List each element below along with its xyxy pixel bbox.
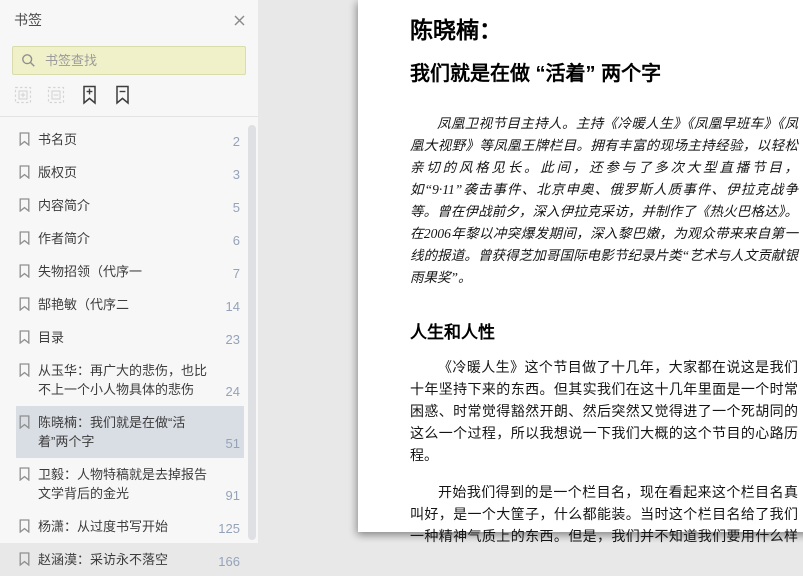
bookmark-item-label: 作者简介: [38, 231, 91, 246]
bookmark-item-label: 失物招领（代序一: [38, 264, 143, 279]
document-viewport[interactable]: 陈晓楠： 我们就是在做 “活着” 两个字 凤凰卫视节目主持人。主持《冷暖人生》《…: [258, 0, 803, 543]
bookmark-icon: [19, 231, 30, 246]
bookmark-item-page: 51: [225, 436, 240, 451]
add-bookmark-icon: [82, 85, 97, 108]
bookmark-icon: [19, 552, 30, 567]
search-input[interactable]: [43, 52, 237, 69]
author-bio-paragraph: 凤凰卫视节目主持人。主持《冷暖人生》《凤凰早班车》《凤凰大视野》等凤凰王牌栏目。…: [410, 116, 798, 285]
bookmark-item[interactable]: 从玉华：再广大的悲伤，也比不上一个小人物具体的悲伤 24: [16, 354, 244, 406]
expand-all-icon: [14, 86, 32, 107]
bookmark-item[interactable]: 失物招领（代序一 7: [16, 255, 244, 288]
bookmark-item-label: 书名页: [38, 132, 78, 147]
bookmark-icon: [19, 363, 30, 378]
bookmark-item-page: 14: [225, 299, 240, 314]
bookmarks-toolbar: [0, 75, 258, 116]
section-heading: 人生和人性: [410, 323, 495, 342]
bookmark-item-label: 版权页: [38, 165, 78, 180]
bookmark-item-page: 125: [218, 521, 240, 536]
bookmark-item-label: 郜艳敏（代序二: [38, 297, 130, 312]
bookmark-icon: [19, 467, 30, 482]
bookmark-search-box[interactable]: [12, 46, 246, 75]
panel-title: 书签: [14, 12, 42, 28]
bookmark-item-page: 7: [232, 266, 240, 281]
bookmark-icon: [19, 519, 30, 534]
bookmark-item-label: 赵涵漠：采访永不落空: [38, 552, 169, 567]
bookmark-item[interactable]: 郜艳敏（代序二 14: [16, 288, 244, 321]
bookmark-item-page: 23: [225, 332, 240, 347]
bookmark-list: 书名页 2 版权页 3 内容简介 5 作者简介 6 失物招领（代序一 7 郜艳敏…: [0, 117, 258, 576]
bookmark-item-label: 杨潇：从过度书写开始: [38, 519, 169, 534]
bookmark-item-label: 陈晓楠：我们就是在做“活着”两个字: [38, 415, 186, 449]
bookmark-item-label: 从玉华：再广大的悲伤，也比不上一个小人物具体的悲伤: [38, 363, 208, 397]
bookmark-item[interactable]: 陈晓楠：我们就是在做“活着”两个字 51: [16, 406, 244, 458]
bookmark-item-page: 91: [225, 488, 240, 503]
sidebar-scrollbar[interactable]: [248, 0, 257, 543]
bookmark-icon: [19, 132, 30, 147]
bookmark-item[interactable]: 目录 23: [16, 321, 244, 354]
document-page: 陈晓楠： 我们就是在做 “活着” 两个字 凤凰卫视节目主持人。主持《冷暖人生》《…: [358, 0, 803, 543]
page-text-column: 陈晓楠： 我们就是在做 “活着” 两个字 凤凰卫视节目主持人。主持《冷暖人生》《…: [410, 11, 798, 543]
bookmark-icon: [19, 415, 30, 430]
remove-bookmark-icon: [115, 85, 130, 108]
bookmark-item-page: 5: [232, 200, 240, 215]
chapter-author-name: 陈晓楠：: [410, 17, 502, 43]
close-icon: [233, 15, 246, 30]
bookmark-item[interactable]: 版权页 3: [16, 156, 244, 189]
bookmark-icon: [19, 165, 30, 180]
remove-bookmark-button[interactable]: [112, 85, 132, 107]
bookmark-item[interactable]: 作者简介 6: [16, 222, 244, 255]
bookmark-item-page: 24: [225, 384, 240, 399]
close-panel-button[interactable]: [231, 12, 248, 29]
bookmark-item-label: 内容简介: [38, 198, 91, 213]
bookmark-icon: [19, 330, 30, 345]
add-bookmark-button[interactable]: [79, 85, 99, 107]
bookmarks-panel: 书签 书签查找 书名页 2 版权页 3 内容简介 5 作者简介 6 失物招领（代…: [0, 0, 258, 569]
bookmark-item-page: 2: [232, 134, 240, 149]
bookmark-item-page: 3: [232, 167, 240, 182]
ebook-reader-window: 书签 书签查找 书名页 2 版权页 3 内容简介 5 作者简介 6 失物招领（代…: [0, 0, 803, 569]
bookmark-item[interactable]: 卫毅：人物特稿就是去掉报告文学背后的金光 91: [16, 458, 244, 510]
bookmark-icon: [19, 264, 30, 279]
bookmark-item-label: 卫毅：人物特稿就是去掉报告文学背后的金光: [38, 467, 208, 501]
bookmark-icon: [19, 297, 30, 312]
bookmark-item[interactable]: 杨潇：从过度书写开始 125: [16, 510, 244, 543]
chapter-title: 我们就是在做 “活着” 两个字: [410, 63, 662, 85]
collapse-all-button[interactable]: [46, 85, 66, 107]
expand-all-button[interactable]: [13, 85, 33, 107]
bookmark-item-page: 6: [232, 233, 240, 248]
sidebar-scrollbar-thumb[interactable]: [248, 125, 256, 540]
body-paragraph: 开始我们得到的是一个栏目名，现在看起来这个栏目名真叫好，是一个大筐子，什么都能装…: [410, 486, 798, 543]
bookmark-item-page: 166: [218, 554, 240, 569]
bookmark-item-label: 目录: [38, 330, 65, 345]
bookmarks-panel-header: 书签: [0, 0, 258, 30]
bookmark-item[interactable]: 内容简介 5: [16, 189, 244, 222]
search-icon: [21, 53, 36, 68]
bookmark-icon: [19, 198, 30, 213]
bookmark-item[interactable]: 赵涵漠：采访永不落空 166: [16, 543, 244, 576]
body-paragraph: 《冷暖人生》这个节目做了十几年，大家都在说这是我们十年坚持下来的东西。但其实我们…: [410, 361, 798, 464]
collapse-all-icon: [47, 86, 65, 107]
bookmark-item[interactable]: 书名页 2: [16, 123, 244, 156]
